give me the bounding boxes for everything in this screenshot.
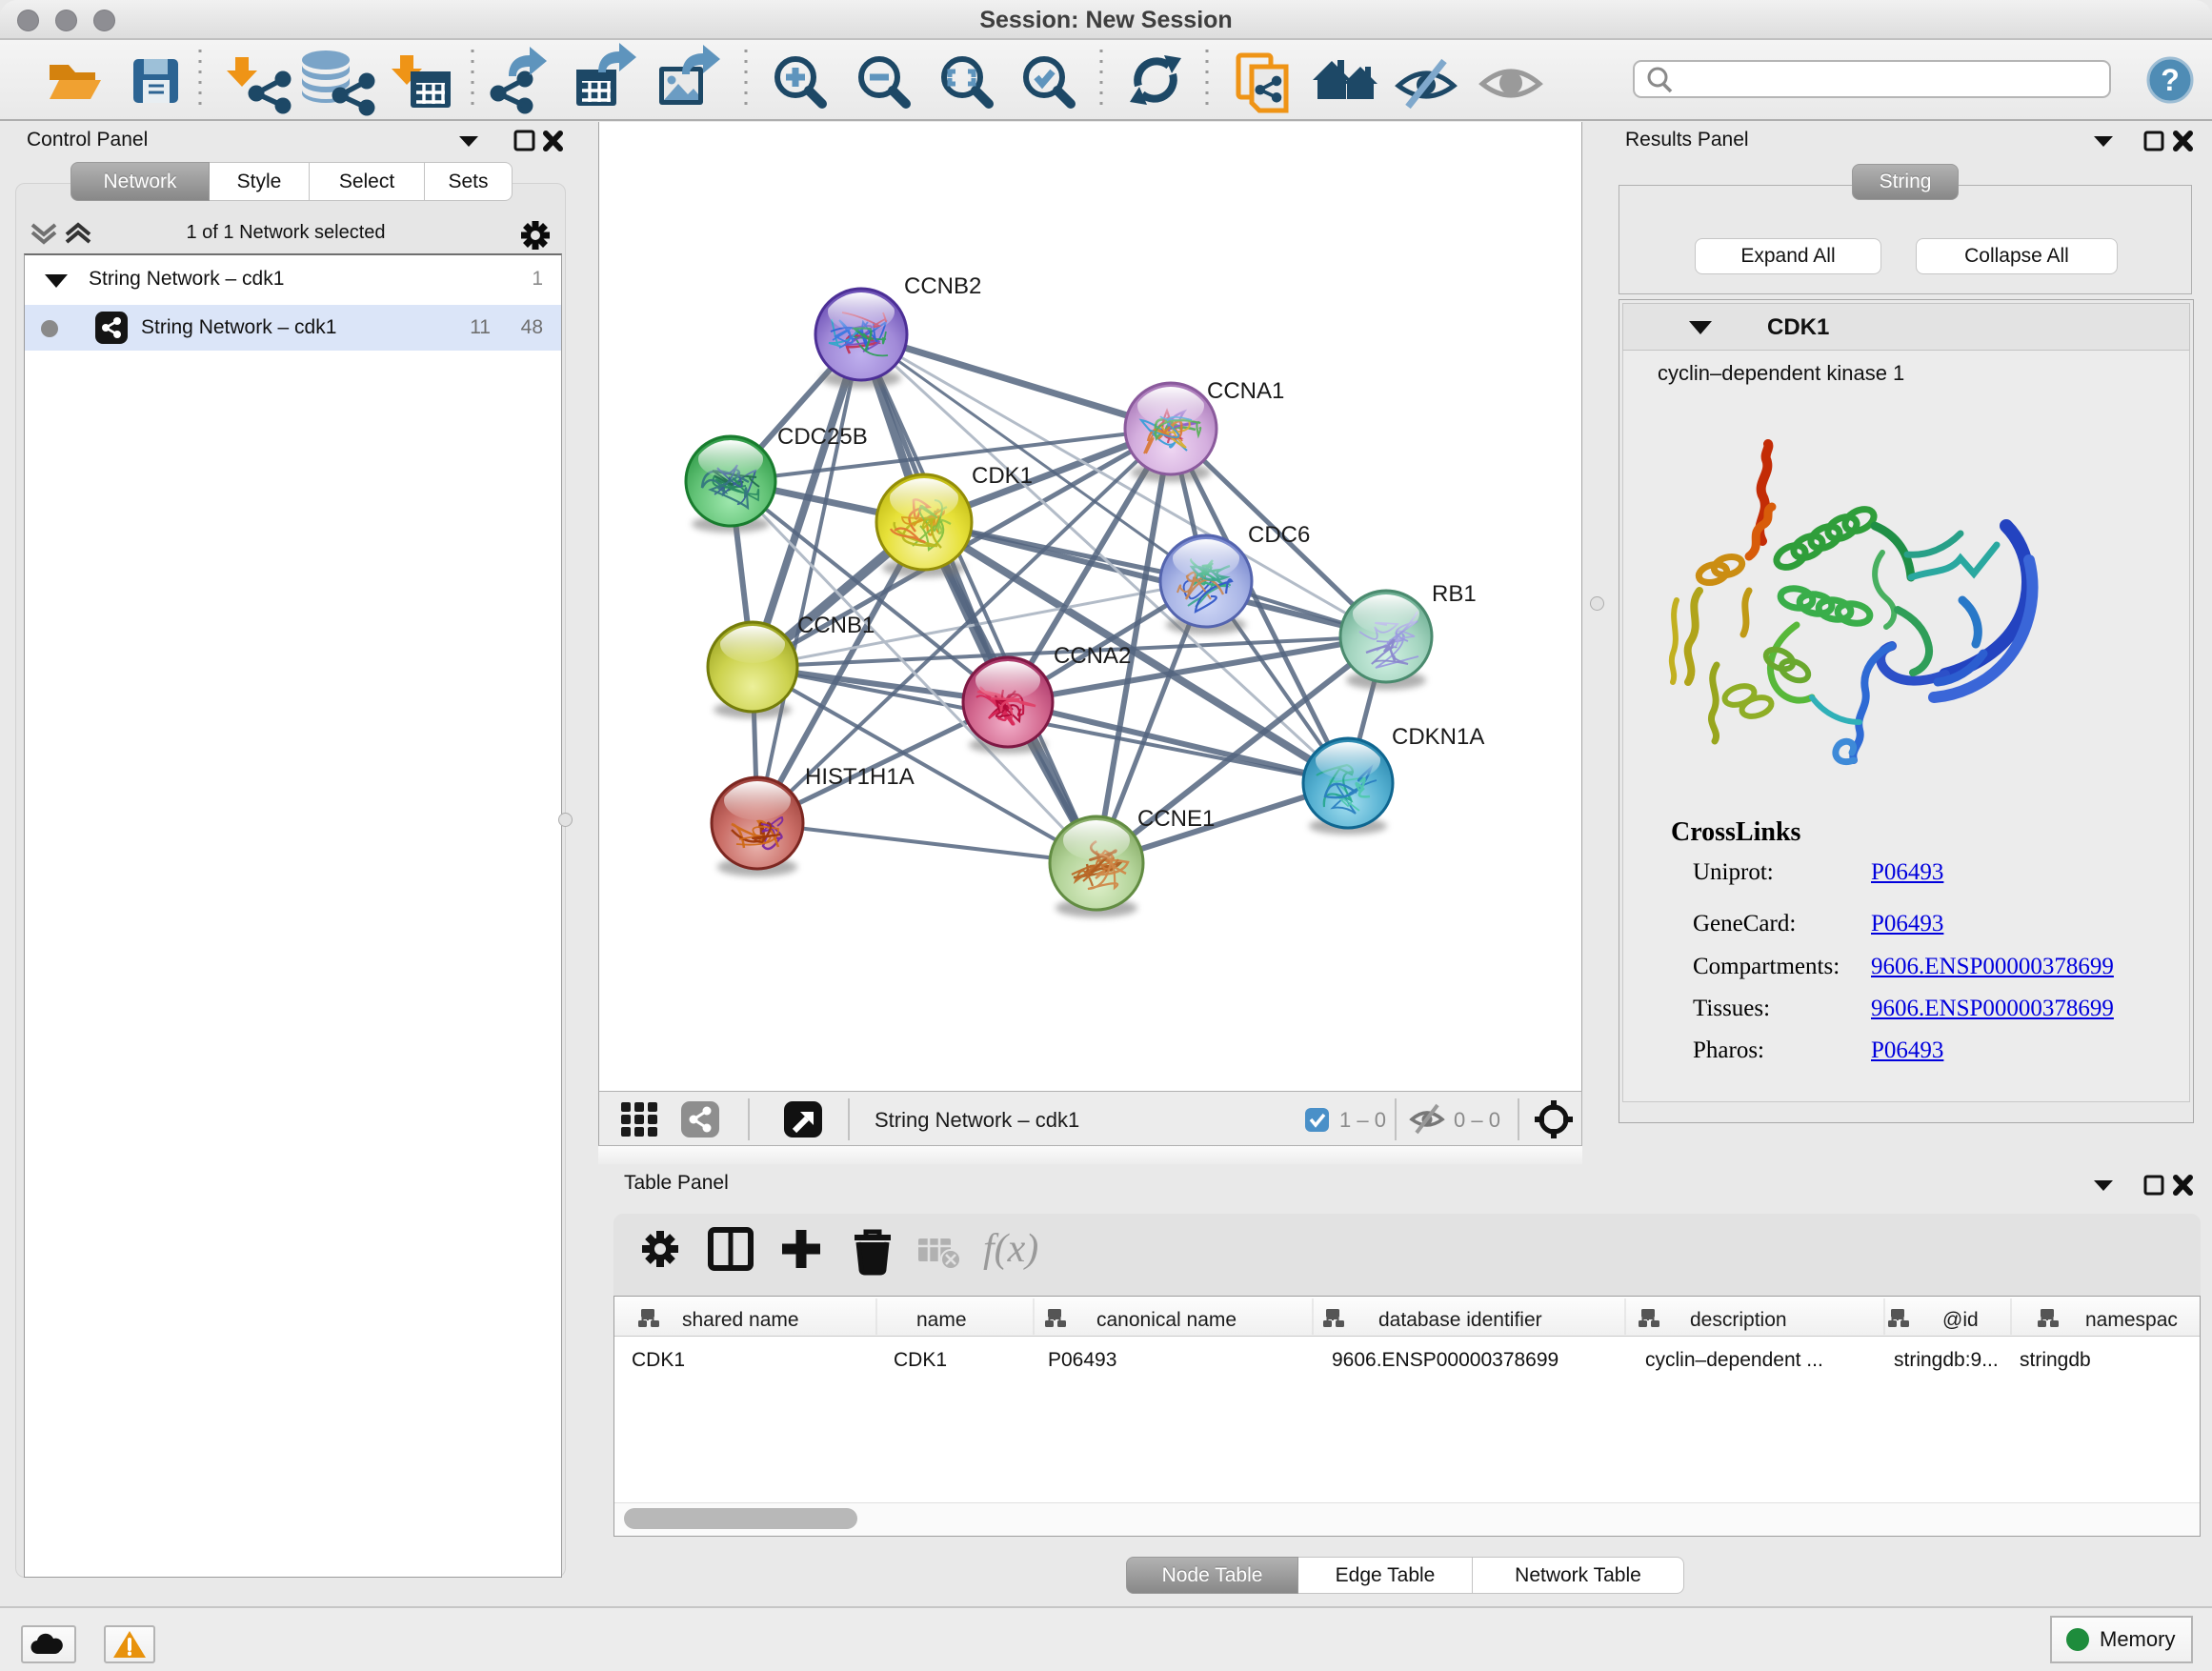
svg-text:HIST1H1A: HIST1H1A — [805, 764, 915, 790]
svg-text:namespac: namespac — [2085, 1309, 2178, 1331]
svg-text:database identifier: database identifier — [1378, 1309, 1542, 1331]
svg-text:CCNB2: CCNB2 — [904, 273, 981, 299]
svg-text:CCNE1: CCNE1 — [1137, 806, 1215, 832]
svg-text:CCNA1: CCNA1 — [1207, 378, 1284, 404]
svg-text:CDKN1A: CDKN1A — [1392, 724, 1484, 750]
svg-text:CCNA2: CCNA2 — [1054, 643, 1131, 669]
svg-text:canonical name: canonical name — [1096, 1309, 1237, 1331]
svg-text:?: ? — [2161, 63, 2180, 97]
svg-text:description: description — [1690, 1309, 1787, 1331]
svg-text:@id: @id — [1942, 1309, 1979, 1331]
svg-text:f(x): f(x) — [983, 1227, 1038, 1271]
svg-text:RB1: RB1 — [1432, 581, 1477, 607]
svg-text:shared name: shared name — [682, 1309, 799, 1331]
svg-text:CDC6: CDC6 — [1248, 522, 1310, 548]
svg-text:name: name — [916, 1309, 967, 1331]
svg-text:CCNB1: CCNB1 — [797, 613, 875, 638]
svg-text:1 – 0: 1 – 0 — [1339, 1108, 1386, 1132]
svg-text:String Network – cdk1: String Network – cdk1 — [875, 1108, 1079, 1132]
svg-text:0 – 0: 0 – 0 — [1454, 1108, 1500, 1132]
svg-text:CDC25B: CDC25B — [777, 424, 868, 450]
svg-text:CDK1: CDK1 — [972, 463, 1033, 489]
